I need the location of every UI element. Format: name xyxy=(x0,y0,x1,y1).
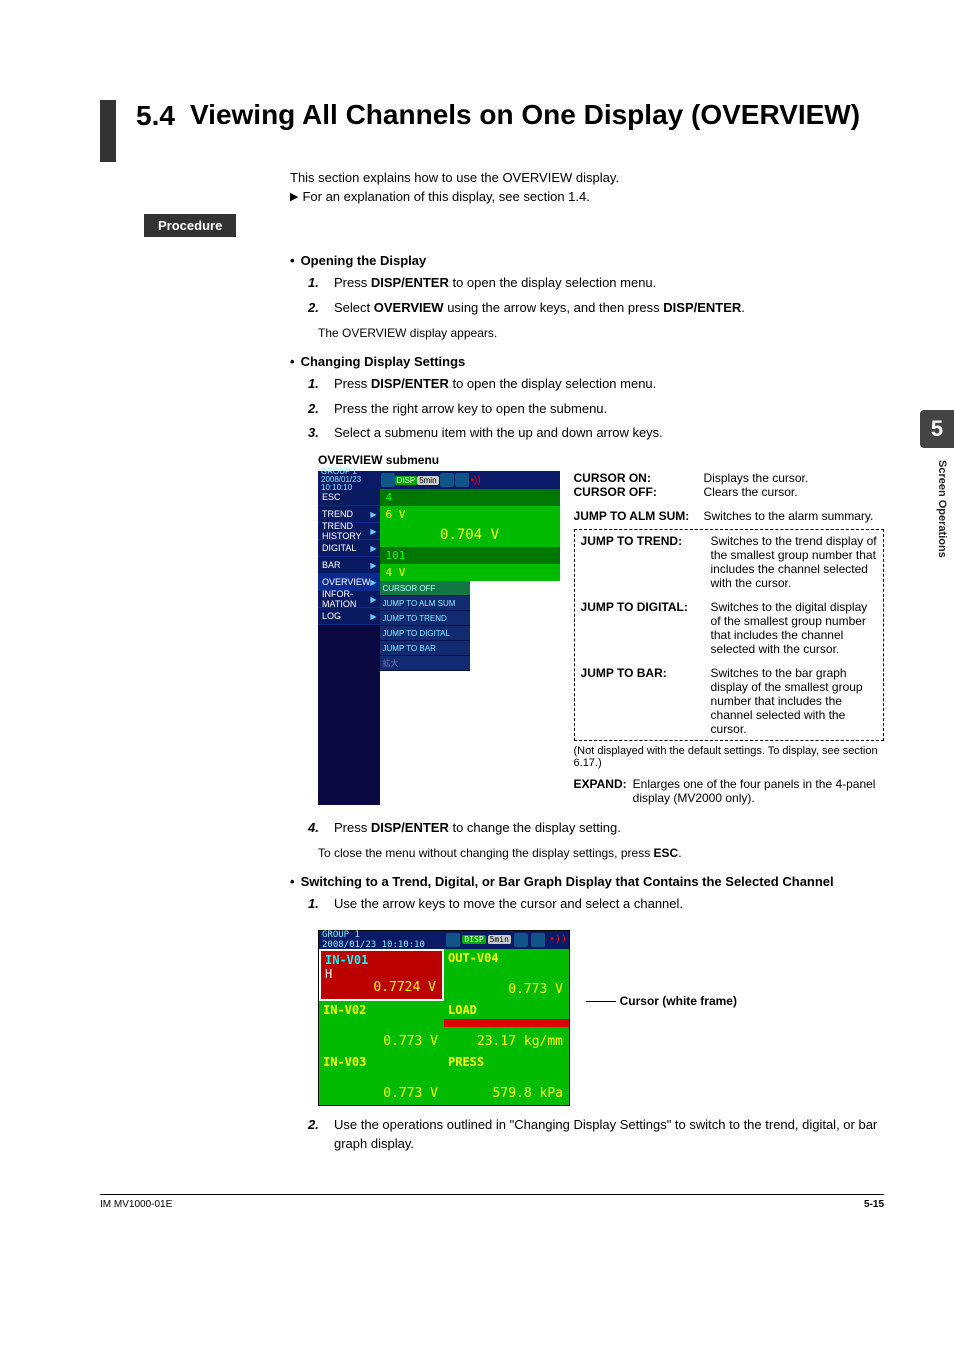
usb-icon xyxy=(455,473,469,487)
chg-step-4: Press DISP/ENTER to change the display s… xyxy=(334,819,884,838)
disp-badge: DISP xyxy=(395,476,418,485)
sound-icon: •)) xyxy=(471,475,481,486)
intro-line-2: For an explanation of this display, see … xyxy=(302,189,589,204)
chg-step-1: Press DISP/ENTER to open the display sel… xyxy=(334,375,884,394)
footer-doc-id: IM MV1000-01E xyxy=(100,1199,172,1210)
disk-icon xyxy=(446,933,460,947)
channel-cell: IN-V03 0.773 V xyxy=(319,1053,444,1105)
sound-icon: •)) xyxy=(549,934,567,945)
procedure-label: Procedure xyxy=(144,214,236,237)
opening-head: Opening the Display xyxy=(301,253,427,268)
sw-step-2: Use the operations outlined in "Changing… xyxy=(334,1116,884,1154)
sw-step-1: Use the arrow keys to move the cursor an… xyxy=(334,895,884,914)
section-ornament xyxy=(100,100,116,162)
chg-step-2: Press the right arrow key to open the su… xyxy=(334,400,884,419)
section-number: 5.4 xyxy=(136,100,190,132)
open-step-2-note: The OVERVIEW display appears. xyxy=(318,326,884,340)
disk-icon xyxy=(381,473,395,487)
footer-page: 5-15 xyxy=(864,1199,884,1210)
changing-head: Changing Display Settings xyxy=(301,354,466,369)
open-step-1: Press DISP/ENTER to open the display sel… xyxy=(334,274,884,293)
chg-step-3: Select a submenu item with the up and do… xyxy=(334,424,884,443)
overview-grid-screenshot: GROUP 12008/01/23 10:10:10 DISP 5min •))… xyxy=(318,930,570,1106)
channel-cell-selected: IN-V01 H 0.7724 V xyxy=(319,949,444,1001)
submenu-label: OVERVIEW submenu xyxy=(318,453,884,467)
overview-submenu-screenshot: GROUP 12008/01/23 10:10:10 ESC TREND▶ TR… xyxy=(318,471,884,805)
chg-step-4-note: To close the menu without changing the d… xyxy=(318,846,884,860)
dashed-note: (Not displayed with the default settings… xyxy=(574,745,884,769)
time-badge: 5min xyxy=(417,476,438,485)
channel-cell: PRESS 579.8 kPa xyxy=(444,1053,569,1105)
usb-icon xyxy=(531,933,545,947)
channel-cell: OUT-V04 0.773 V xyxy=(444,949,569,1001)
triangle-icon: ▶ xyxy=(290,190,298,203)
key-icon xyxy=(514,933,528,947)
channel-cell: IN-V02 0.773 V xyxy=(319,1001,444,1053)
channel-cell: LOAD 23.17 kg/mm xyxy=(444,1001,569,1053)
open-step-2: Select OVERVIEW using the arrow keys, an… xyxy=(334,299,884,318)
switch-head: Switching to a Trend, Digital, or Bar Gr… xyxy=(301,874,834,889)
cursor-callout: Cursor (white frame) xyxy=(586,994,737,1008)
key-icon xyxy=(440,473,454,487)
intro-line-1: This section explains how to use the OVE… xyxy=(290,170,884,185)
section-title: Viewing All Channels on One Display (OVE… xyxy=(190,100,860,131)
